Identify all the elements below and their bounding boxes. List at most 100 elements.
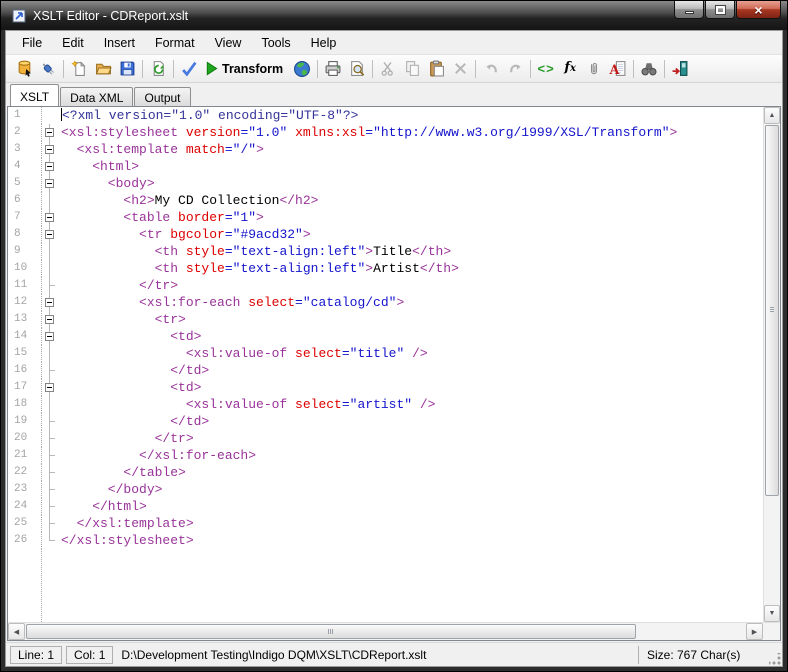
menu-item-format[interactable]: Format xyxy=(145,33,205,53)
fold-collapse-box[interactable] xyxy=(42,294,58,311)
fold-collapse-box[interactable] xyxy=(42,124,58,141)
line-number: 5 xyxy=(8,175,42,192)
fold-collapse-box[interactable] xyxy=(42,158,58,175)
database-button[interactable] xyxy=(12,57,36,81)
xslt-editor[interactable]: 1 <?xml version="1.0" encoding="UTF-8"?> 2… xyxy=(7,106,781,641)
horizontal-scrollbar[interactable]: ◀ ▶ xyxy=(8,622,780,640)
code-line: 11 </tr> xyxy=(8,277,763,294)
code-text: <html> xyxy=(61,159,140,174)
code-line: 21 </xsl:for-each> xyxy=(8,447,763,464)
fold-collapse-box[interactable] xyxy=(42,209,58,226)
window-frame: XSLT Editor - CDReport.xslt × File Edit In… xyxy=(0,0,788,672)
paste-button[interactable] xyxy=(424,57,448,81)
fold-margin xyxy=(42,396,58,413)
print-preview-button[interactable] xyxy=(345,57,369,81)
plug-button[interactable] xyxy=(36,57,60,81)
code-text: <xsl:value-of select="artist" /> xyxy=(61,397,436,412)
scroll-down-button[interactable]: ▼ xyxy=(764,605,780,622)
validate-check-button[interactable] xyxy=(177,57,201,81)
copy-button xyxy=(400,57,424,81)
undo-button xyxy=(479,57,503,81)
status-size-indicator: Size: 767 Char(s) xyxy=(638,645,768,664)
line-number: 15 xyxy=(8,345,42,362)
toolbar: Transform <> fx A xyxy=(6,55,782,83)
maximize-button[interactable] xyxy=(705,1,735,19)
fold-collapse-box[interactable] xyxy=(42,175,58,192)
code-line: 10 <th style="text-align:left">Artist</t… xyxy=(8,260,763,277)
code-line: 8 <tr bgcolor="#9acd32"> xyxy=(8,226,763,243)
fold-collapse-box[interactable] xyxy=(42,141,58,158)
menu-item-view[interactable]: View xyxy=(205,33,252,53)
vertical-scroll-track[interactable] xyxy=(764,497,780,605)
code-line: 22 </table> xyxy=(8,464,763,481)
paperclip-button[interactable] xyxy=(582,57,606,81)
scroll-left-button[interactable]: ◀ xyxy=(8,623,25,640)
function-fx-button[interactable]: fx xyxy=(558,57,582,81)
code-text: </xsl:for-each> xyxy=(61,448,257,463)
tab-output[interactable]: Output xyxy=(134,87,191,106)
code-line: 9 <th style="text-align:left">Title</th> xyxy=(8,243,763,260)
find-binoculars-button[interactable] xyxy=(637,57,661,81)
line-number: 3 xyxy=(8,141,42,158)
minimize-button[interactable] xyxy=(674,1,704,19)
transform-button[interactable]: Transform xyxy=(201,57,290,81)
exit-button[interactable] xyxy=(668,57,692,81)
code-tags-button[interactable]: <> xyxy=(534,57,558,81)
open-folder-button[interactable] xyxy=(91,57,115,81)
refresh-button[interactable] xyxy=(146,57,170,81)
scroll-right-button[interactable]: ▶ xyxy=(746,623,763,640)
fold-collapse-box[interactable] xyxy=(42,311,58,328)
code-text: </td> xyxy=(61,414,210,429)
fold-minus-icon xyxy=(45,383,54,392)
menu-item-insert[interactable]: Insert xyxy=(94,33,145,53)
fold-margin xyxy=(42,107,58,124)
save-button[interactable] xyxy=(115,57,139,81)
code-line: 2 <xsl:stylesheet version="1.0" xmlns:xsl… xyxy=(8,124,763,141)
code-line: 25 </xsl:template> xyxy=(8,515,763,532)
fold-collapse-box[interactable] xyxy=(42,328,58,345)
refresh-icon xyxy=(150,60,167,77)
font-document-icon: A xyxy=(609,60,627,77)
fold-minus-icon xyxy=(45,213,54,222)
function-fx-icon: fx xyxy=(564,60,576,75)
toolbar-separator xyxy=(633,59,635,78)
line-number: 12 xyxy=(8,294,42,311)
fold-collapse-box[interactable] xyxy=(42,226,58,243)
client-area: File Edit Insert Format View Tools Help Transf… xyxy=(5,30,783,667)
horizontal-scroll-track[interactable] xyxy=(637,623,746,640)
fold-end-mark xyxy=(50,438,55,439)
fold-margin xyxy=(42,481,58,498)
vertical-scrollbar[interactable]: ▲ ▼ xyxy=(763,107,780,622)
tab-data-xml[interactable]: Data XML xyxy=(60,87,134,106)
code-text: </xsl:stylesheet> xyxy=(61,533,194,548)
menu-item-edit[interactable]: Edit xyxy=(52,33,94,53)
menu-item-file[interactable]: File xyxy=(12,33,52,53)
horizontal-scroll-thumb[interactable] xyxy=(26,624,636,639)
code-text: <td> xyxy=(61,329,202,344)
line-number: 22 xyxy=(8,464,42,481)
menu-item-help[interactable]: Help xyxy=(301,33,347,53)
menu-item-tools[interactable]: Tools xyxy=(251,33,300,53)
print-button[interactable] xyxy=(321,57,345,81)
open-folder-icon xyxy=(95,60,112,77)
font-document-button[interactable]: A xyxy=(606,57,630,81)
new-file-button[interactable] xyxy=(67,57,91,81)
fold-end-mark xyxy=(50,421,55,422)
title-bar[interactable]: XSLT Editor - CDReport.xslt × xyxy=(1,1,787,30)
resize-grip[interactable] xyxy=(769,653,781,665)
code-text: </xsl:template> xyxy=(61,516,194,531)
new-file-icon xyxy=(70,60,88,77)
globe-button[interactable] xyxy=(290,57,314,81)
code-line: 5 <body> xyxy=(8,175,763,192)
code-line: 18 <xsl:value-of select="artist" /> xyxy=(8,396,763,413)
tab-xslt[interactable]: XSLT xyxy=(10,84,60,106)
code-line: 4 <html> xyxy=(8,158,763,175)
code-area[interactable]: 1 <?xml version="1.0" encoding="UTF-8"?> 2… xyxy=(8,107,763,622)
code-text: <table border="1"> xyxy=(61,210,264,225)
fold-collapse-box[interactable] xyxy=(42,379,58,396)
scrollbar-corner xyxy=(763,623,780,640)
scroll-up-button[interactable]: ▲ xyxy=(764,107,780,124)
close-button[interactable]: × xyxy=(736,1,781,19)
vertical-scroll-thumb[interactable] xyxy=(765,125,779,496)
code-tags-icon: <> xyxy=(537,60,555,76)
